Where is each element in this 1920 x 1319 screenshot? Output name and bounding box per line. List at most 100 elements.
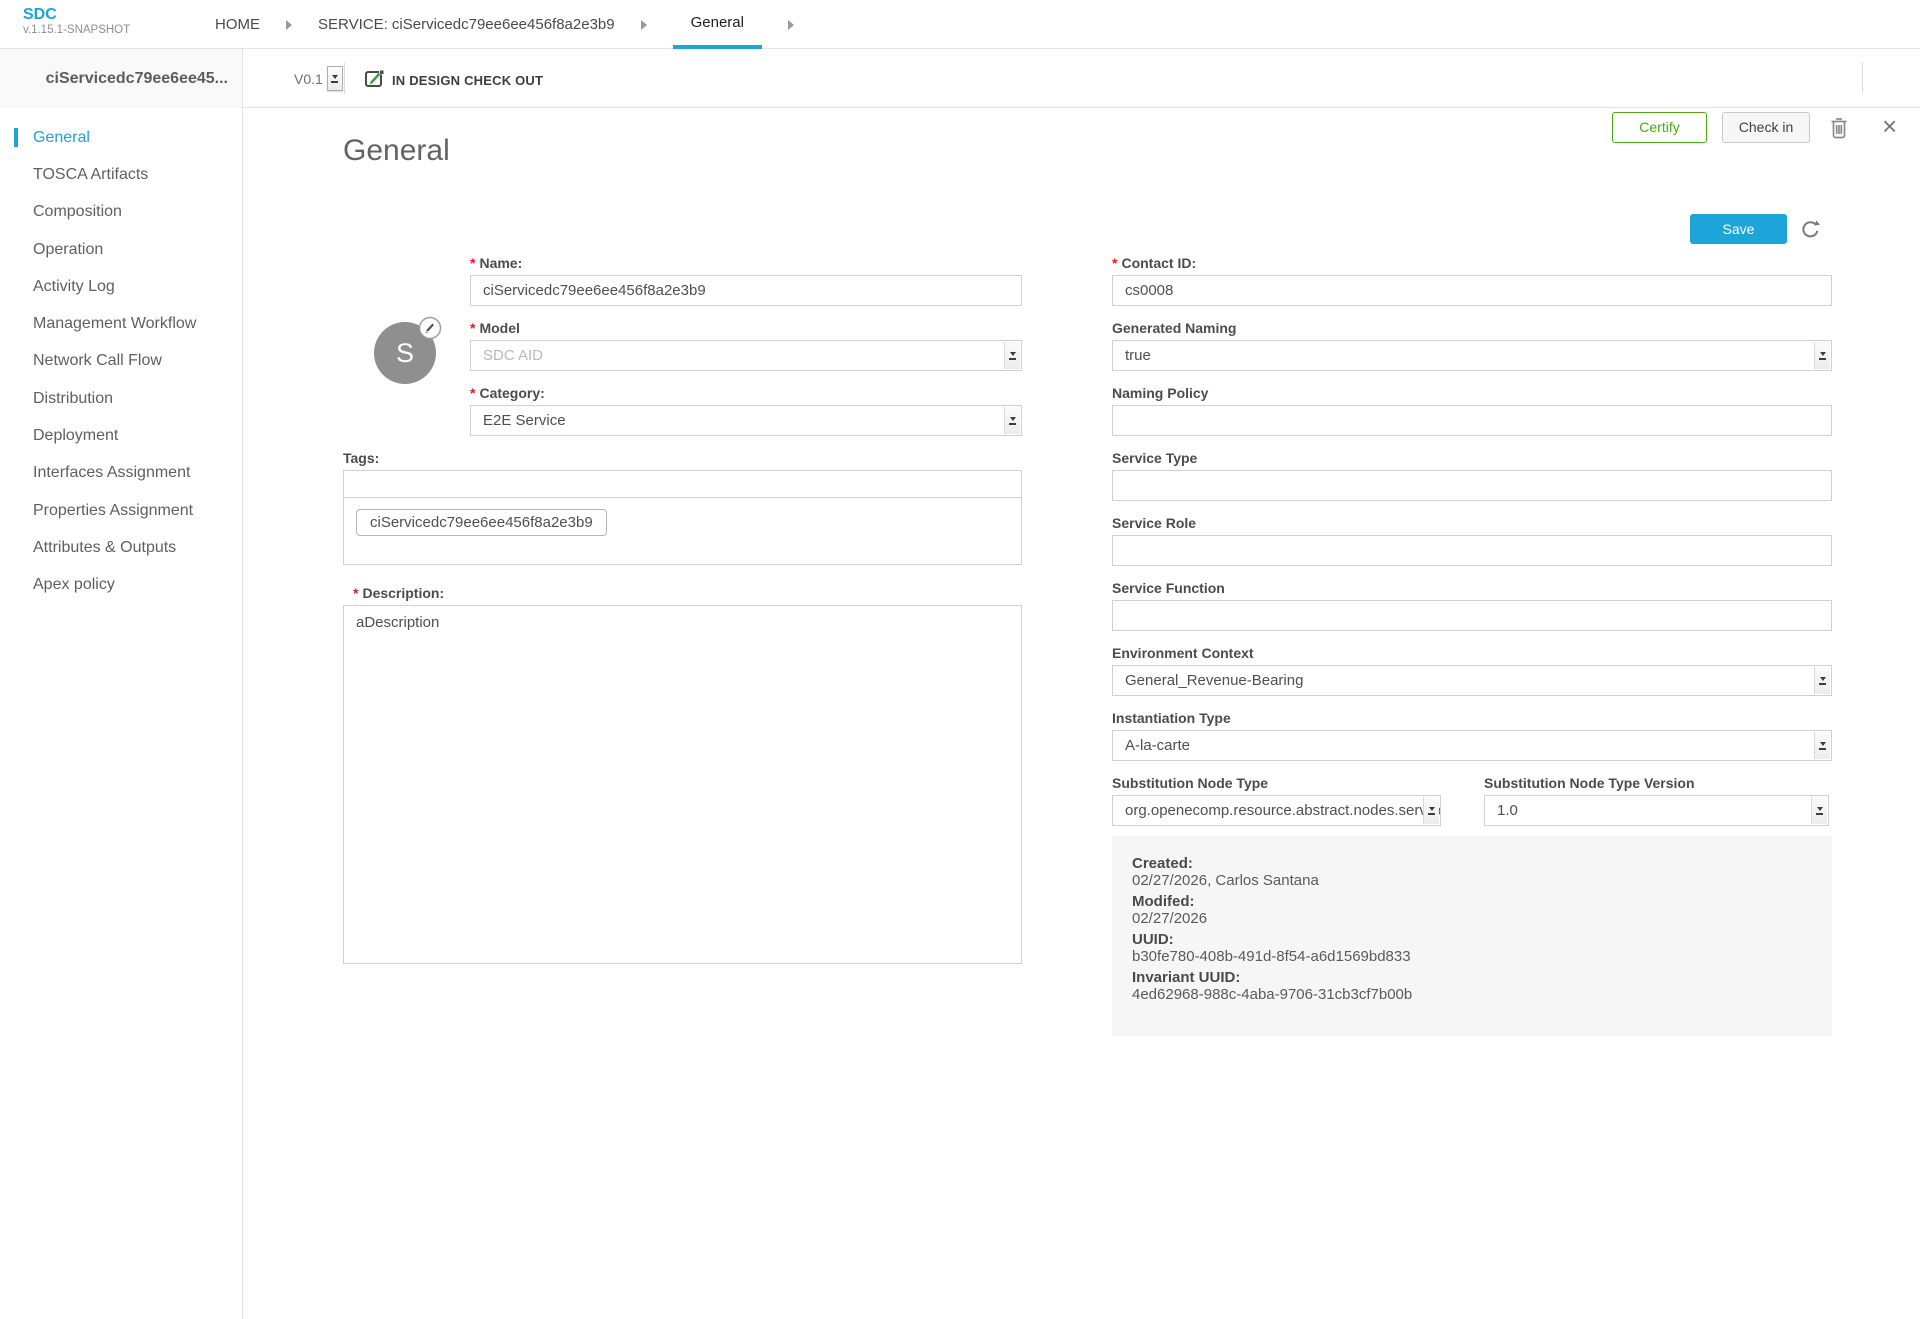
- instantiation-type-field: Instantiation Type A-la-carte: [1112, 710, 1832, 761]
- toolbar-divider: [1862, 62, 1863, 93]
- created-label: Created:: [1132, 855, 1812, 872]
- certify-button[interactable]: Certify: [1612, 112, 1707, 143]
- service-function-field: Service Function: [1112, 580, 1832, 631]
- sdc-logo: SDC v.1.15.1-SNAPSHOT: [23, 6, 130, 37]
- tag-chip[interactable]: ciServicedc79ee6ee456f8a2e3b9: [356, 509, 607, 536]
- substitution-row: Substitution Node Type org.openecomp.res…: [1112, 775, 1832, 826]
- model-select[interactable]: SDC AID: [470, 340, 1022, 371]
- service-function-label: Service Function: [1112, 580, 1832, 597]
- category-label: *Category:: [470, 385, 1022, 402]
- invariant-uuid-label: Invariant UUID:: [1132, 969, 1812, 986]
- version-select-arrow-icon[interactable]: [327, 66, 343, 91]
- chevron-down-icon: [1423, 797, 1439, 824]
- instantiation-type-label: Instantiation Type: [1112, 710, 1832, 727]
- substitution-node-type-version-select[interactable]: 1.0: [1484, 795, 1829, 826]
- created-value: 02/27/2026, Carlos Santana: [1132, 872, 1812, 889]
- sidebar-item-apex-policy[interactable]: Apex policy: [0, 567, 242, 604]
- version-select[interactable]: V0.1: [294, 66, 343, 91]
- substitution-node-type-field: Substitution Node Type org.openecomp.res…: [1112, 775, 1441, 826]
- environment-context-select[interactable]: General_Revenue-Bearing: [1112, 665, 1832, 696]
- required-asterisk: *: [470, 385, 475, 401]
- form-right-column: *Contact ID: Generated Naming true Namin…: [1112, 255, 1832, 1036]
- tab-general[interactable]: General: [673, 0, 762, 49]
- chevron-down-icon: [1004, 407, 1020, 434]
- breadcrumb-home[interactable]: HOME: [215, 0, 260, 49]
- category-select[interactable]: E2E Service: [470, 405, 1022, 436]
- entity-toolbar: ciServicedc79ee6ee45... V0.1 IN DESIGN C…: [0, 49, 1920, 108]
- sidebar-item-tosca-artifacts[interactable]: TOSCA Artifacts: [0, 156, 242, 193]
- name-field: *Name:: [470, 255, 1022, 306]
- tags-field: Tags: ciServicedc79ee6ee456f8a2e3b9: [343, 450, 1022, 565]
- breadcrumb-service[interactable]: SERVICE: ciServicedc79ee6ee456f8a2e3b9: [318, 0, 615, 49]
- sidebar-item-composition[interactable]: Composition: [0, 194, 242, 231]
- breadcrumb-separator-icon: [641, 20, 647, 30]
- trash-icon: [1828, 115, 1850, 140]
- naming-policy-input[interactable]: [1112, 405, 1832, 436]
- tags-input[interactable]: [343, 470, 1022, 498]
- delete-button[interactable]: [1828, 115, 1850, 140]
- sidebar-item-management-workflow[interactable]: Management Workflow: [0, 305, 242, 342]
- sidebar-item-interfaces-assignment[interactable]: Interfaces Assignment: [0, 455, 242, 492]
- version-label: V0.1: [294, 71, 323, 87]
- uuid-value: b30fe780-408b-491d-8f54-a6d1569bd833: [1132, 948, 1812, 965]
- sidebar-item-activity-log[interactable]: Activity Log: [0, 268, 242, 305]
- contact-id-input[interactable]: [1112, 275, 1832, 306]
- invariant-uuid-value: 4ed62968-988c-4aba-9706-31cb3cf7b00b: [1132, 986, 1812, 1003]
- pencil-icon: [418, 316, 442, 340]
- sidebar-item-network-call-flow[interactable]: Network Call Flow: [0, 343, 242, 380]
- service-type-field: Service Type: [1112, 450, 1832, 501]
- avatar-edit-badge[interactable]: [418, 316, 442, 340]
- lifecycle-status: IN DESIGN CHECK OUT: [392, 73, 543, 88]
- chevron-down-icon: [1814, 342, 1830, 369]
- sidebar-item-distribution[interactable]: Distribution: [0, 380, 242, 417]
- name-input[interactable]: [470, 275, 1022, 306]
- metadata-panel: Created: 02/27/2026, Carlos Santana Modi…: [1112, 836, 1832, 1036]
- entity-name: ciServicedc79ee6ee45...: [0, 49, 243, 108]
- service-avatar: S: [374, 322, 436, 384]
- modified-label: Modifed:: [1132, 893, 1812, 910]
- required-asterisk: *: [1112, 255, 1117, 271]
- contact-id-label: *Contact ID:: [1112, 255, 1832, 272]
- service-type-label: Service Type: [1112, 450, 1832, 467]
- sdc-logo-text: SDC: [23, 6, 130, 24]
- general-form: General Save S: [243, 108, 1920, 1319]
- sidebar: General TOSCA Artifacts Composition Oper…: [0, 108, 243, 1319]
- chevron-down-icon: [1814, 732, 1830, 759]
- service-role-input[interactable]: [1112, 535, 1832, 566]
- sidebar-item-operation[interactable]: Operation: [0, 231, 242, 268]
- sidebar-item-general[interactable]: General: [0, 119, 242, 156]
- refresh-button[interactable]: [1799, 218, 1822, 241]
- uuid-label: UUID:: [1132, 931, 1812, 948]
- substitution-node-type-version-field: Substitution Node Type Version 1.0: [1484, 775, 1829, 826]
- modified-value: 02/27/2026: [1132, 910, 1812, 927]
- close-button[interactable]: ×: [1882, 111, 1897, 141]
- app-version: v.1.15.1-SNAPSHOT: [23, 24, 130, 37]
- generated-naming-select[interactable]: true: [1112, 340, 1832, 371]
- toolbar-divider: [344, 63, 345, 94]
- sidebar-item-attributes-outputs[interactable]: Attributes & Outputs: [0, 529, 242, 566]
- service-type-input[interactable]: [1112, 470, 1832, 501]
- breadcrumb: HOME SERVICE: ciServicedc79ee6ee456f8a2e…: [215, 0, 820, 49]
- naming-policy-label: Naming Policy: [1112, 385, 1832, 402]
- top-header: SDC v.1.15.1-SNAPSHOT HOME SERVICE: ciSe…: [0, 0, 1920, 49]
- service-function-input[interactable]: [1112, 600, 1832, 631]
- contact-id-field: *Contact ID:: [1112, 255, 1832, 306]
- required-asterisk: *: [470, 255, 475, 271]
- generated-naming-field: Generated Naming true: [1112, 320, 1832, 371]
- instantiation-type-select[interactable]: A-la-carte: [1112, 730, 1832, 761]
- chevron-down-icon: [1004, 342, 1020, 369]
- environment-context-label: Environment Context: [1112, 645, 1832, 662]
- substitution-node-type-label: Substitution Node Type: [1112, 775, 1441, 792]
- naming-policy-field: Naming Policy: [1112, 385, 1832, 436]
- description-textarea[interactable]: aDescription: [343, 605, 1022, 964]
- description-label: *Description:: [343, 585, 1022, 602]
- substitution-node-type-select[interactable]: org.openecomp.resource.abstract.nodes.se…: [1112, 795, 1441, 826]
- sidebar-item-deployment[interactable]: Deployment: [0, 417, 242, 454]
- save-button[interactable]: Save: [1690, 214, 1787, 244]
- service-role-label: Service Role: [1112, 515, 1832, 532]
- checkin-button[interactable]: Check in: [1722, 112, 1810, 143]
- active-indicator: [14, 128, 18, 147]
- sidebar-item-properties-assignment[interactable]: Properties Assignment: [0, 492, 242, 529]
- checkout-pencil-icon: [364, 68, 386, 90]
- avatar-letter: S: [396, 338, 414, 369]
